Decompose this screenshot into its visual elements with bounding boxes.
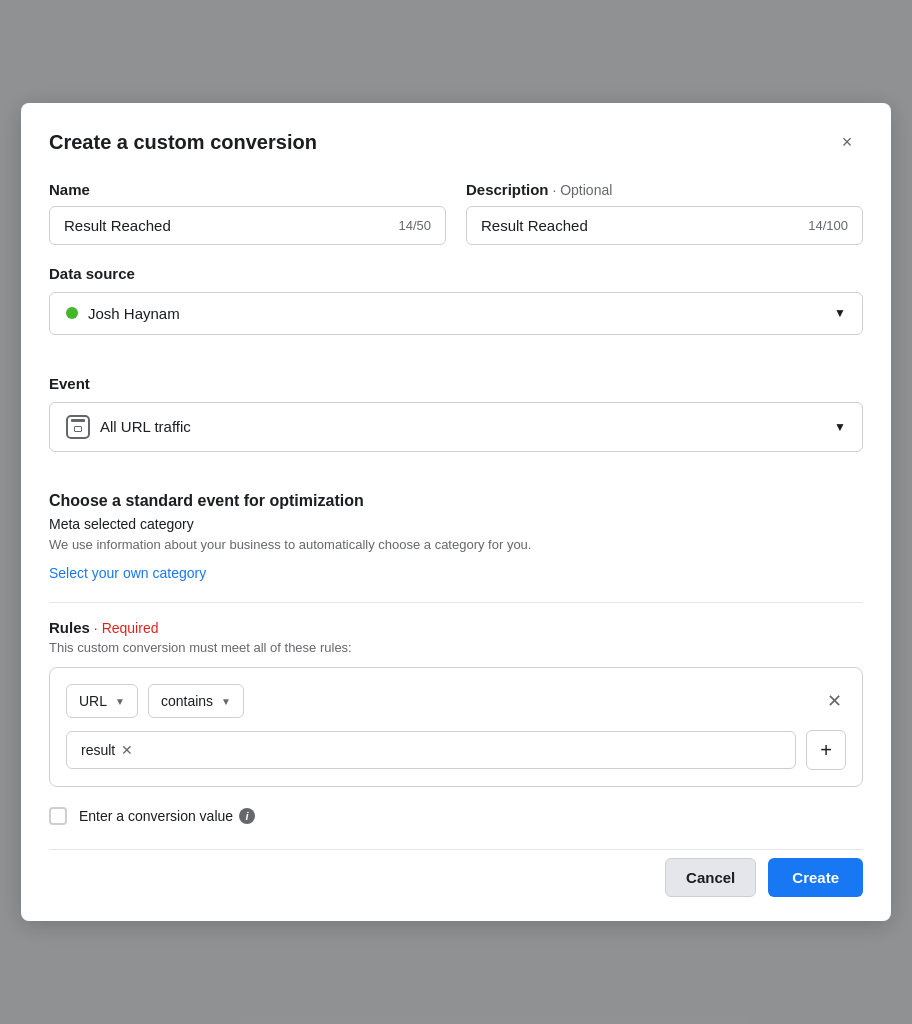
conversion-value-label: Enter a conversion value i (79, 808, 255, 824)
name-group: Name 14/50 (49, 181, 446, 245)
close-icon: × (842, 132, 853, 153)
rules-value-row: result ✕ + (66, 730, 846, 770)
event-chevron-icon: ▼ (834, 420, 846, 434)
url-type-chevron-icon: ▼ (115, 696, 125, 707)
rules-title: Rules (49, 619, 90, 636)
name-char-count: 14/50 (398, 218, 431, 233)
event-value: All URL traffic (100, 418, 191, 435)
name-description-row: Name 14/50 Description · Optional 14/100 (49, 181, 863, 245)
rule-value-input[interactable]: result ✕ (66, 731, 796, 769)
tag-remove-icon[interactable]: ✕ (121, 742, 133, 758)
data-source-chevron-icon: ▼ (834, 306, 846, 320)
description-input-wrapper: 14/100 (466, 206, 863, 245)
rules-condition-row: URL ▼ contains ▼ ✕ (66, 684, 846, 718)
description-char-count: 14/100 (808, 218, 848, 233)
event-group: Event All URL traffic ▼ (49, 375, 863, 472)
rules-box: URL ▼ contains ▼ ✕ re (49, 667, 863, 787)
optimization-section: Choose a standard event for optimization… (49, 492, 863, 582)
description-label: Description · Optional (466, 181, 863, 198)
operator-label: contains (161, 693, 213, 709)
data-source-content: Josh Haynam (66, 305, 834, 322)
conversion-value-checkbox[interactable] (49, 807, 67, 825)
event-icon (66, 415, 90, 439)
event-icon-inner (74, 426, 82, 432)
event-label: Event (49, 375, 863, 392)
optimization-title: Choose a standard event for optimization (49, 492, 863, 510)
data-source-select[interactable]: Josh Haynam ▼ (49, 292, 863, 335)
modal-title: Create a custom conversion (49, 131, 317, 154)
data-source-value: Josh Haynam (88, 305, 180, 322)
modal-overlay: Create a custom conversion × Name 14/50 … (0, 0, 912, 1024)
operator-dropdown[interactable]: contains ▼ (148, 684, 244, 718)
info-icon[interactable]: i (239, 808, 255, 824)
remove-rule-button[interactable]: ✕ (823, 686, 846, 716)
modal-header: Create a custom conversion × (49, 127, 863, 159)
event-select[interactable]: All URL traffic ▼ (49, 402, 863, 452)
description-input[interactable] (481, 217, 800, 234)
optimization-description: We use information about your business t… (49, 536, 863, 554)
operator-chevron-icon: ▼ (221, 696, 231, 707)
rules-subtitle: This custom conversion must meet all of … (49, 640, 863, 655)
select-own-category-link[interactable]: Select your own category (49, 565, 206, 581)
close-button[interactable]: × (831, 127, 863, 159)
rule-tag-value: result (81, 742, 115, 758)
rules-section: Rules · Required This custom conversion … (49, 619, 863, 787)
data-source-label: Data source (49, 265, 863, 282)
name-label: Name (49, 181, 446, 198)
conversion-value-row: Enter a conversion value i (49, 807, 863, 825)
add-value-button[interactable]: + (806, 730, 846, 770)
modal-footer: Cancel Create (49, 849, 863, 897)
modal-dialog: Create a custom conversion × Name 14/50 … (21, 103, 891, 921)
rules-required-label: · Required (94, 620, 159, 636)
url-type-label: URL (79, 693, 107, 709)
section-divider (49, 602, 863, 603)
create-button[interactable]: Create (768, 858, 863, 897)
remove-rule-icon: ✕ (827, 690, 842, 712)
name-input[interactable] (64, 217, 390, 234)
name-input-wrapper: 14/50 (49, 206, 446, 245)
event-content: All URL traffic (66, 415, 834, 439)
url-type-dropdown[interactable]: URL ▼ (66, 684, 138, 718)
cancel-button[interactable]: Cancel (665, 858, 756, 897)
optimization-subtitle: Meta selected category (49, 516, 863, 532)
online-indicator (66, 307, 78, 319)
plus-icon: + (820, 739, 832, 762)
description-group: Description · Optional 14/100 (466, 181, 863, 245)
rule-tag: result ✕ (81, 742, 133, 758)
data-source-group: Data source Josh Haynam ▼ (49, 265, 863, 355)
